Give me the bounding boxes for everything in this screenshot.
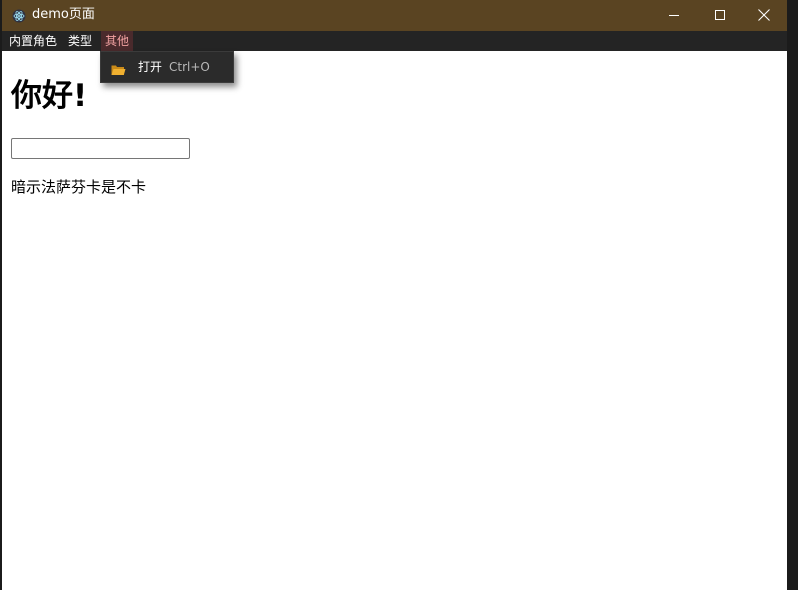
maximize-icon <box>714 6 726 25</box>
menu-bar: 内置角色 类型 其他 <box>2 31 787 51</box>
maximize-button[interactable] <box>697 0 743 31</box>
paragraph-text: 暗示法萨芬卡是不卡 <box>11 178 147 196</box>
electron-atom-icon <box>12 8 26 23</box>
page-content: 你好! 暗示法萨芬卡是不卡 <box>2 51 787 590</box>
window-title: demo页面 <box>32 7 95 22</box>
minimize-button[interactable] <box>651 0 697 31</box>
menu-item-open-label: 打开 <box>138 60 163 74</box>
page-heading: 你好! <box>11 78 88 114</box>
other-menu-dropdown: 打开 Ctrl+O <box>100 51 234 83</box>
menu-item-open[interactable]: 打开 Ctrl+O <box>101 52 233 82</box>
menu-item-type[interactable]: 类型 <box>64 31 96 51</box>
menu-item-builtin-roles[interactable]: 内置角色 <box>5 31 61 51</box>
menu-item-other[interactable]: 其他 <box>101 31 134 51</box>
app-window: demo页面 内置角色 类型 其他 你好! 暗示法萨芬卡是不卡 打开 Ctrl+… <box>2 0 787 590</box>
minimize-icon <box>668 6 680 25</box>
folder-open-icon <box>111 61 126 75</box>
text-input[interactable] <box>11 138 190 159</box>
title-bar[interactable]: demo页面 <box>2 0 787 31</box>
close-button[interactable] <box>741 0 787 31</box>
menu-item-open-shortcut: Ctrl+O <box>169 60 210 74</box>
close-icon <box>758 6 770 25</box>
